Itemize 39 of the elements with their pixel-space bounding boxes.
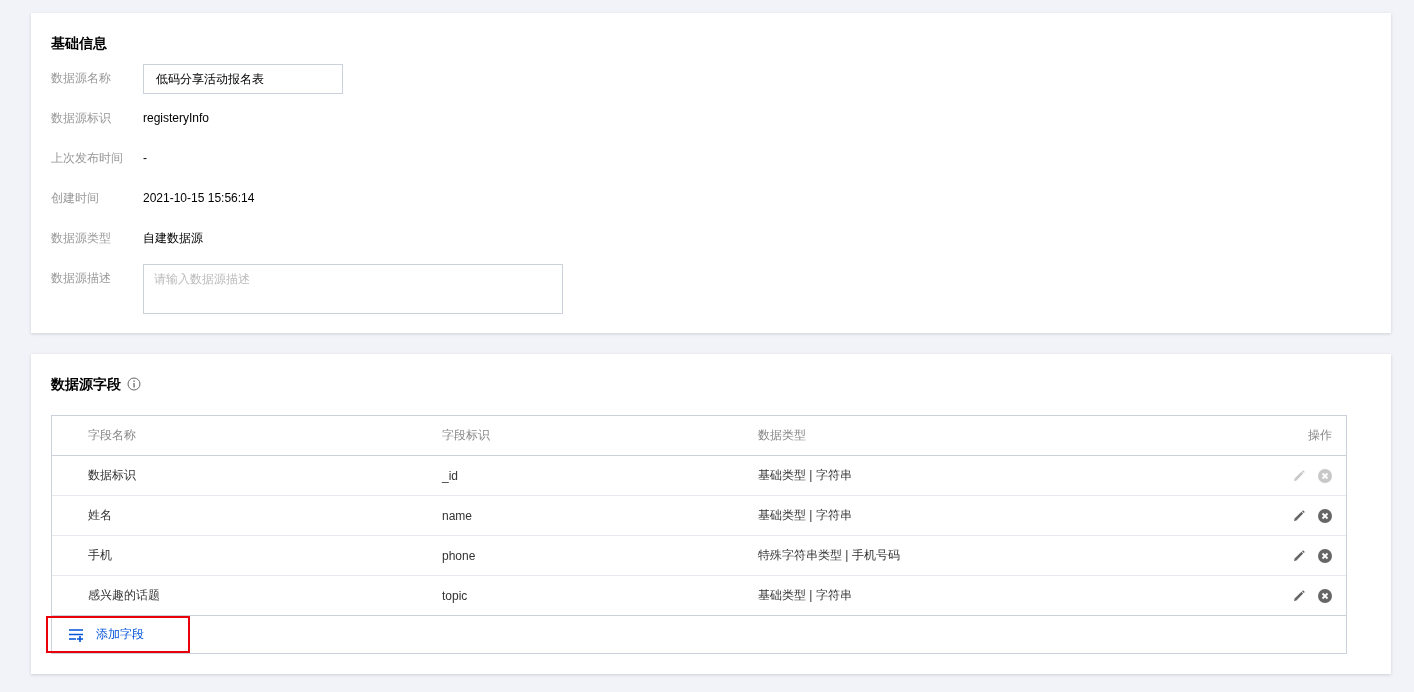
- delete-icon[interactable]: [1318, 508, 1332, 523]
- field-value: 2021-10-15 15:56:14: [143, 190, 255, 207]
- table-cell-text: _id: [442, 468, 459, 483]
- column-header: 字段标识: [442, 427, 491, 444]
- table-cell-text: phone: [442, 548, 477, 563]
- edit-icon[interactable]: [1292, 588, 1306, 603]
- table-cell-text: 手机: [88, 547, 113, 564]
- edit-icon[interactable]: [1292, 548, 1306, 563]
- field-value: registeryInfo: [143, 110, 210, 127]
- column-header: 数据类型: [758, 427, 807, 444]
- field-label: 数据源描述: [51, 270, 112, 287]
- table-cell-text: 基础类型 | 字符串: [758, 507, 853, 524]
- field-label: 上次发布时间: [51, 150, 124, 167]
- table-cell-text: topic: [442, 588, 469, 603]
- column-header: 字段名称: [88, 427, 137, 444]
- info-icon[interactable]: [127, 377, 141, 391]
- section-title: 数据源字段: [51, 375, 121, 393]
- field-value: -: [143, 150, 147, 167]
- edit-icon[interactable]: [1292, 508, 1306, 523]
- field-value: 自建数据源: [143, 230, 203, 247]
- table-cell-text: 基础类型 | 字符串: [758, 587, 853, 604]
- field-label: 数据源名称: [51, 70, 112, 87]
- field-label: 创建时间: [51, 190, 100, 207]
- table-cell-text: 感兴趣的话题: [88, 587, 161, 604]
- table-cell-text: 数据标识: [88, 467, 137, 484]
- field-label: 数据源标识: [51, 110, 112, 127]
- section-title: 基础信息: [51, 34, 108, 52]
- list-add-icon: [68, 627, 84, 642]
- table-cell-text: 基础类型 | 字符串: [758, 467, 853, 484]
- column-header: 操作: [1307, 427, 1332, 444]
- name-input-field[interactable]: 低码分享活动报名表: [143, 64, 343, 94]
- add-field-button[interactable]: 添加字段: [46, 616, 190, 653]
- table-cell-text: 姓名: [88, 507, 113, 524]
- table-cell-text: 特殊字符串类型 | 手机号码: [758, 547, 901, 564]
- field-label: 数据源类型: [51, 230, 112, 247]
- delete-icon[interactable]: [1318, 548, 1332, 563]
- table-cell-text: name: [442, 508, 474, 523]
- delete-icon[interactable]: [1318, 588, 1332, 603]
- description-field[interactable]: 请输入数据源描述: [143, 264, 563, 314]
